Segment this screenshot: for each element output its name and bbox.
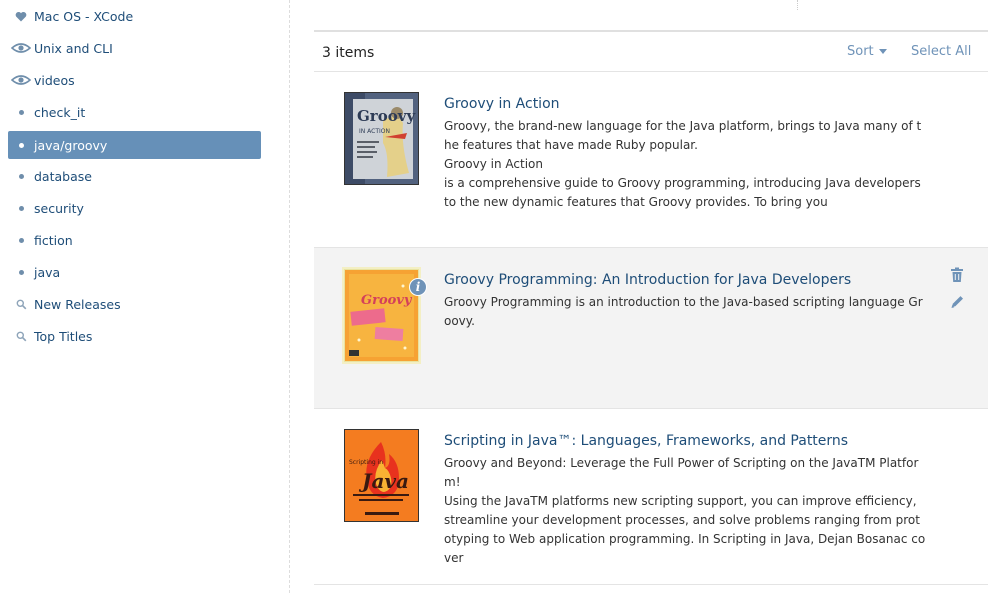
book-description: Groovy Programming is an introduction to… bbox=[444, 295, 923, 328]
sidebar-item-label: fiction bbox=[34, 232, 73, 248]
eye-icon bbox=[8, 42, 34, 54]
sidebar-item-java[interactable]: java bbox=[8, 258, 261, 286]
sidebar: Mac OS - XCode Unix and CLI videos check… bbox=[0, 0, 290, 593]
book-title-link[interactable]: Groovy Programming: An Introduction for … bbox=[444, 272, 851, 288]
chevron-down-icon bbox=[878, 49, 887, 54]
sort-label: Sort bbox=[847, 44, 874, 59]
delete-button[interactable] bbox=[950, 267, 964, 287]
search-icon bbox=[8, 331, 34, 342]
sidebar-item-label: database bbox=[34, 168, 92, 184]
sidebar-item-security[interactable]: security bbox=[8, 194, 261, 222]
book-description: Groovy and Beyond: Leverage the Full Pow… bbox=[444, 456, 926, 565]
book-cover-image[interactable]: Groovy IN ACTION bbox=[344, 92, 419, 185]
sidebar-item-label: check_it bbox=[34, 104, 86, 120]
list-item[interactable]: Scripting in Java Scripting in Java™: La… bbox=[314, 409, 988, 585]
item-count: 3 items bbox=[322, 45, 375, 61]
divider bbox=[797, 0, 798, 10]
bullet-icon bbox=[8, 142, 34, 148]
sidebar-item-label: New Releases bbox=[34, 296, 121, 312]
sidebar-item-java-groovy[interactable]: java/groovy bbox=[8, 131, 261, 159]
cover-title: Groovy bbox=[361, 293, 413, 308]
sidebar-item-unix-and-cli[interactable]: Unix and CLI bbox=[8, 34, 261, 62]
sidebar-item-new-releases[interactable]: New Releases bbox=[8, 290, 261, 318]
sidebar-item-label: Unix and CLI bbox=[34, 40, 113, 56]
sidebar-item-label: videos bbox=[34, 72, 75, 88]
search-icon bbox=[8, 299, 34, 310]
sidebar-item-top-titles[interactable]: Top Titles bbox=[8, 322, 261, 350]
cover-subtitle: IN ACTION bbox=[359, 128, 390, 135]
sidebar-item-label: Top Titles bbox=[34, 328, 93, 344]
sidebar-item-database[interactable]: database bbox=[8, 162, 261, 190]
sidebar-item-label: Mac OS - XCode bbox=[34, 8, 134, 24]
sort-button[interactable]: Sort bbox=[847, 44, 887, 59]
cover-subtitle: Scripting in bbox=[349, 459, 383, 466]
heart-icon bbox=[8, 11, 34, 22]
main-content: 3 items Sort Select All Groovy IN ACTION bbox=[314, 0, 988, 593]
list-item[interactable]: Groovy IN ACTION Groovy in Action Groovy… bbox=[314, 72, 988, 248]
sidebar-item-fiction[interactable]: fiction bbox=[8, 226, 261, 254]
bullet-icon bbox=[8, 269, 34, 275]
bullet-icon bbox=[8, 173, 34, 179]
sidebar-item-videos[interactable]: videos bbox=[8, 66, 261, 94]
eye-icon bbox=[8, 74, 34, 86]
edit-button[interactable] bbox=[950, 294, 965, 313]
list-item[interactable]: Groovy i Groovy Programming: An Introduc… bbox=[314, 248, 988, 409]
book-cover-image[interactable]: Groovy bbox=[344, 269, 419, 362]
sidebar-item-label: java/groovy bbox=[34, 137, 108, 153]
book-title-link[interactable]: Groovy in Action bbox=[444, 96, 560, 112]
book-title-link[interactable]: Scripting in Java™: Languages, Framework… bbox=[444, 433, 848, 449]
bullet-icon bbox=[8, 205, 34, 211]
select-all-button[interactable]: Select All bbox=[911, 44, 971, 59]
bullet-icon bbox=[8, 109, 34, 115]
book-cover-image[interactable]: Scripting in Java bbox=[344, 429, 419, 522]
pencil-icon bbox=[951, 296, 963, 308]
cover-title: Java bbox=[358, 469, 409, 493]
book-description: Groovy, the brand-new language for the J… bbox=[444, 119, 922, 209]
trash-icon bbox=[951, 267, 963, 282]
bullet-icon bbox=[8, 237, 34, 243]
sidebar-item-check-it[interactable]: check_it bbox=[8, 98, 261, 126]
sidebar-item-mac-os-xcode[interactable]: Mac OS - XCode bbox=[8, 2, 261, 30]
cover-title: Groovy bbox=[357, 107, 416, 125]
sidebar-item-label: java bbox=[34, 264, 61, 280]
sidebar-item-label: security bbox=[34, 200, 84, 216]
list-toolbar: 3 items Sort Select All bbox=[314, 32, 988, 72]
info-icon[interactable]: i bbox=[409, 278, 427, 296]
